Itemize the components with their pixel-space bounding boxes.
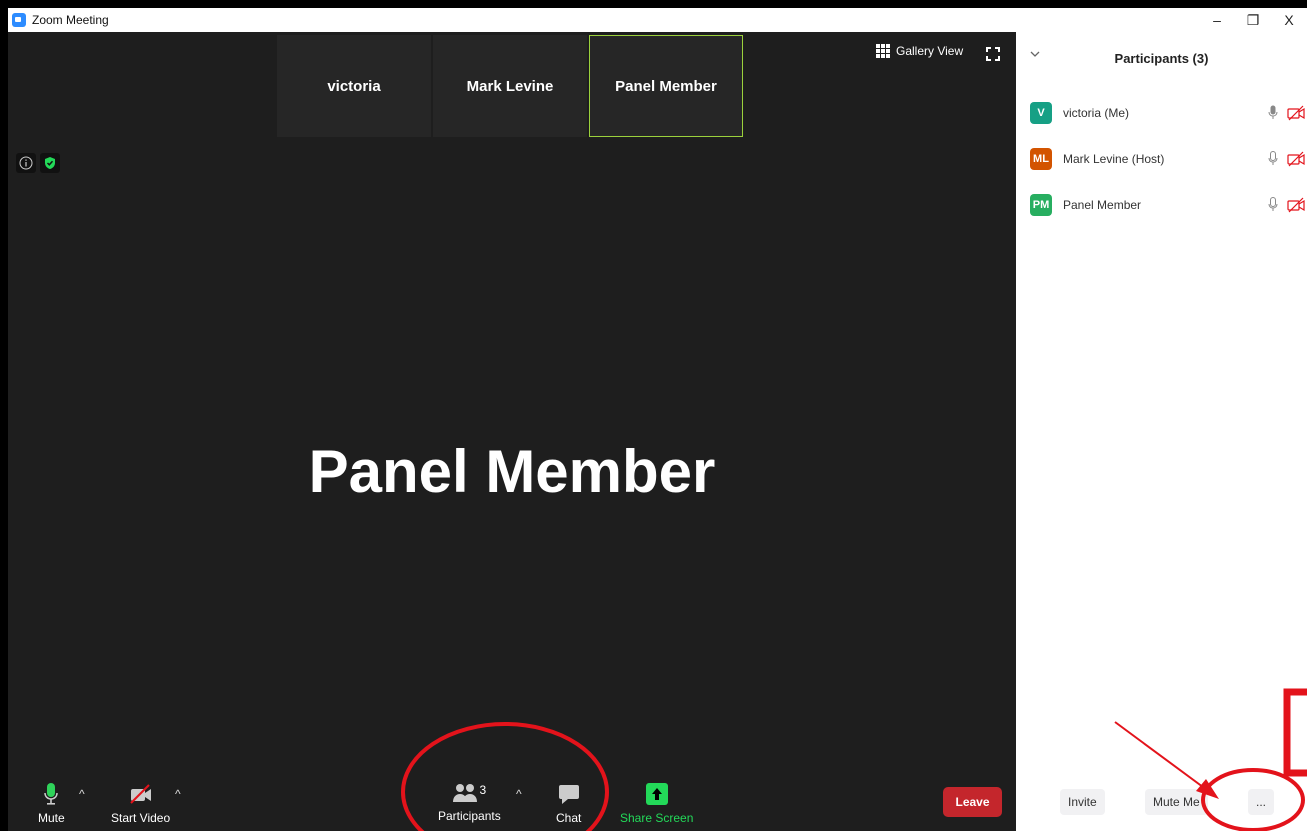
participant-row[interactable]: PM Panel Member (1016, 182, 1307, 228)
participants-panel-footer: Invite Mute Me ... (1016, 784, 1307, 819)
more-options-button[interactable]: ... (1248, 789, 1274, 815)
video-area: victoria Mark Levine Panel Member Galler… (8, 32, 1016, 831)
video-off-icon[interactable] (1287, 105, 1307, 121)
zoom-app-icon (12, 13, 26, 27)
mute-button[interactable]: Mute (38, 783, 65, 825)
microphone-icon[interactable] (1268, 151, 1278, 167)
window-title: Zoom Meeting (32, 13, 109, 27)
mute-label: Mute (38, 811, 65, 825)
meeting-toolbar: Mute ^ Start Video ^ 3 Participants ^ Ch… (8, 765, 1016, 831)
participants-panel-title: Participants (3) (1114, 51, 1209, 66)
video-thumbnail[interactable]: Mark Levine (433, 35, 587, 137)
participant-row[interactable]: ML Mark Levine (Host) (1016, 136, 1307, 182)
microphone-icon[interactable] (1268, 197, 1278, 213)
share-screen-button[interactable]: Share Screen (620, 783, 693, 825)
close-button[interactable]: X (1271, 8, 1307, 32)
leave-button[interactable]: Leave (943, 787, 1002, 817)
fullscreen-icon[interactable] (986, 47, 1000, 61)
share-screen-label: Share Screen (620, 811, 694, 825)
chat-button[interactable]: Chat (556, 783, 581, 825)
avatar: ML (1030, 148, 1052, 170)
gallery-view-button[interactable]: Gallery View (876, 44, 963, 58)
window-controls: – ❐ X (1199, 8, 1307, 32)
invite-button[interactable]: Invite (1060, 789, 1105, 815)
participants-count: 3 (479, 783, 487, 797)
start-video-label: Start Video (111, 811, 171, 825)
restore-button[interactable]: ❐ (1235, 8, 1271, 32)
participant-name: Panel Member (1063, 198, 1142, 212)
participants-button[interactable]: 3 Participants (438, 783, 501, 823)
grid-icon (876, 44, 890, 58)
info-icon[interactable] (16, 153, 36, 173)
minimize-button[interactable]: – (1199, 8, 1235, 32)
encryption-shield-icon[interactable] (40, 153, 60, 173)
participant-name: victoria (Me) (1063, 106, 1130, 120)
video-off-icon (129, 784, 151, 804)
video-thumbnail-active[interactable]: Panel Member (589, 35, 743, 137)
gallery-view-label: Gallery View (896, 44, 964, 58)
participants-options-caret-icon[interactable]: ^ (516, 787, 522, 801)
avatar: V (1030, 102, 1052, 124)
microphone-icon (44, 783, 59, 805)
video-off-icon[interactable] (1287, 151, 1307, 167)
video-thumbnail[interactable]: victoria (277, 35, 431, 137)
participants-panel: Participants (3) V victoria (Me) ML Mark… (1016, 32, 1307, 831)
start-video-button[interactable]: Start Video (111, 783, 170, 825)
avatar: PM (1030, 194, 1052, 216)
thumbnail-strip: victoria Mark Levine Panel Member (277, 35, 743, 137)
active-speaker-name: Panel Member (308, 438, 716, 505)
share-screen-icon (645, 783, 668, 805)
mute-me-button[interactable]: Mute Me (1145, 789, 1208, 815)
participant-list: V victoria (Me) ML Mark Levine (Host) PM… (1016, 90, 1307, 228)
title-bar: Zoom Meeting – ❐ X (8, 8, 1307, 32)
microphone-icon[interactable] (1268, 105, 1278, 121)
chat-bubble-icon (558, 785, 579, 804)
audio-options-caret-icon[interactable]: ^ (79, 787, 85, 801)
video-options-caret-icon[interactable]: ^ (175, 787, 181, 801)
participants-label: Participants (438, 809, 501, 823)
participants-icon (452, 784, 477, 802)
video-off-icon[interactable] (1287, 197, 1307, 213)
participants-panel-header: Participants (3) (1016, 32, 1307, 84)
chat-label: Chat (556, 811, 582, 825)
participant-row[interactable]: V victoria (Me) (1016, 90, 1307, 136)
participant-name: Mark Levine (Host) (1063, 152, 1165, 166)
zoom-window: Zoom Meeting – ❐ X victoria Mark Levine … (0, 0, 1307, 831)
